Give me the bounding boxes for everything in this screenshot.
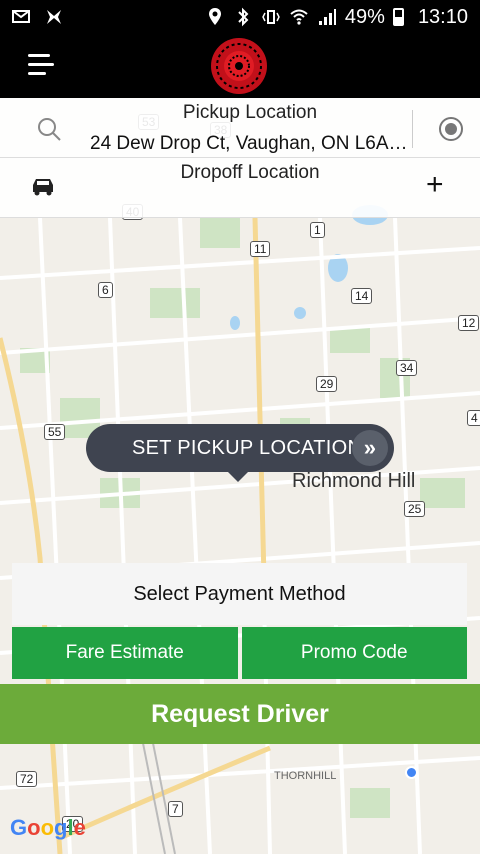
app-header (0, 34, 480, 98)
battery-percentage: 49% (344, 5, 385, 28)
route-shield: 29 (316, 376, 338, 392)
pickup-address[interactable]: 24 Dew Drop Ct, Vaughan, ON L6A, C... (90, 133, 410, 155)
wifi-icon (290, 9, 308, 25)
location-pin-icon (208, 8, 221, 25)
route-shield: 25 (404, 501, 426, 517)
user-location-dot (405, 766, 418, 779)
route-shield: 12 (458, 315, 480, 331)
search-icon[interactable] (36, 116, 62, 142)
map-city-label: Richmond Hill (292, 470, 416, 492)
map-area-label: THORNHILL (274, 770, 337, 782)
pickup-row[interactable]: Pickup Location 24 Dew Drop Ct, Vaughan,… (0, 98, 480, 158)
vibrate-icon (262, 10, 280, 24)
route-shield: 34 (396, 360, 418, 376)
route-shield: 14 (351, 288, 373, 304)
set-pickup-location-button[interactable]: SET PICKUP LOCATION » (86, 424, 394, 482)
battery-icon (392, 8, 404, 26)
car-icon (33, 179, 53, 196)
dropoff-row[interactable]: Dropoff Location + (0, 158, 480, 218)
route-shield: 7 (168, 801, 183, 817)
select-payment-method-button[interactable]: Select Payment Method (12, 563, 467, 625)
divider (412, 110, 413, 148)
google-logo: Google (10, 815, 86, 840)
pickup-label: Pickup Location (182, 102, 318, 123)
hamburger-menu-icon[interactable] (28, 54, 54, 76)
route-shield: 6 (98, 282, 113, 298)
double-chevron-right-icon: » (352, 430, 388, 466)
set-pickup-label: SET PICKUP LOCATION (132, 436, 363, 459)
request-driver-button[interactable]: Request Driver (0, 684, 480, 744)
route-shield: 4 (467, 410, 480, 426)
dropoff-label[interactable]: Dropoff Location (90, 162, 410, 184)
fare-estimate-button[interactable]: Fare Estimate (12, 627, 238, 679)
promo-code-button[interactable]: Promo Code (241, 627, 467, 679)
logo (211, 38, 267, 94)
add-stop-icon[interactable]: + (426, 168, 444, 202)
bluetooth-icon (238, 7, 249, 27)
current-location-icon[interactable] (438, 116, 464, 142)
location-panel: Pickup Location 24 Dew Drop Ct, Vaughan,… (0, 98, 480, 218)
route-shield: 1 (310, 222, 325, 238)
route-shield: 11 (250, 241, 271, 257)
action-buttons: Fare Estimate Promo Code (12, 627, 467, 679)
email-notification-icon (12, 10, 30, 23)
app-notification-icon (47, 10, 61, 24)
clock: 13:10 (417, 5, 468, 28)
route-shield: 55 (44, 424, 66, 440)
status-bar: 49% 13:10 (0, 0, 480, 34)
signal-icon (318, 9, 336, 25)
route-shield: 72 (16, 771, 38, 787)
